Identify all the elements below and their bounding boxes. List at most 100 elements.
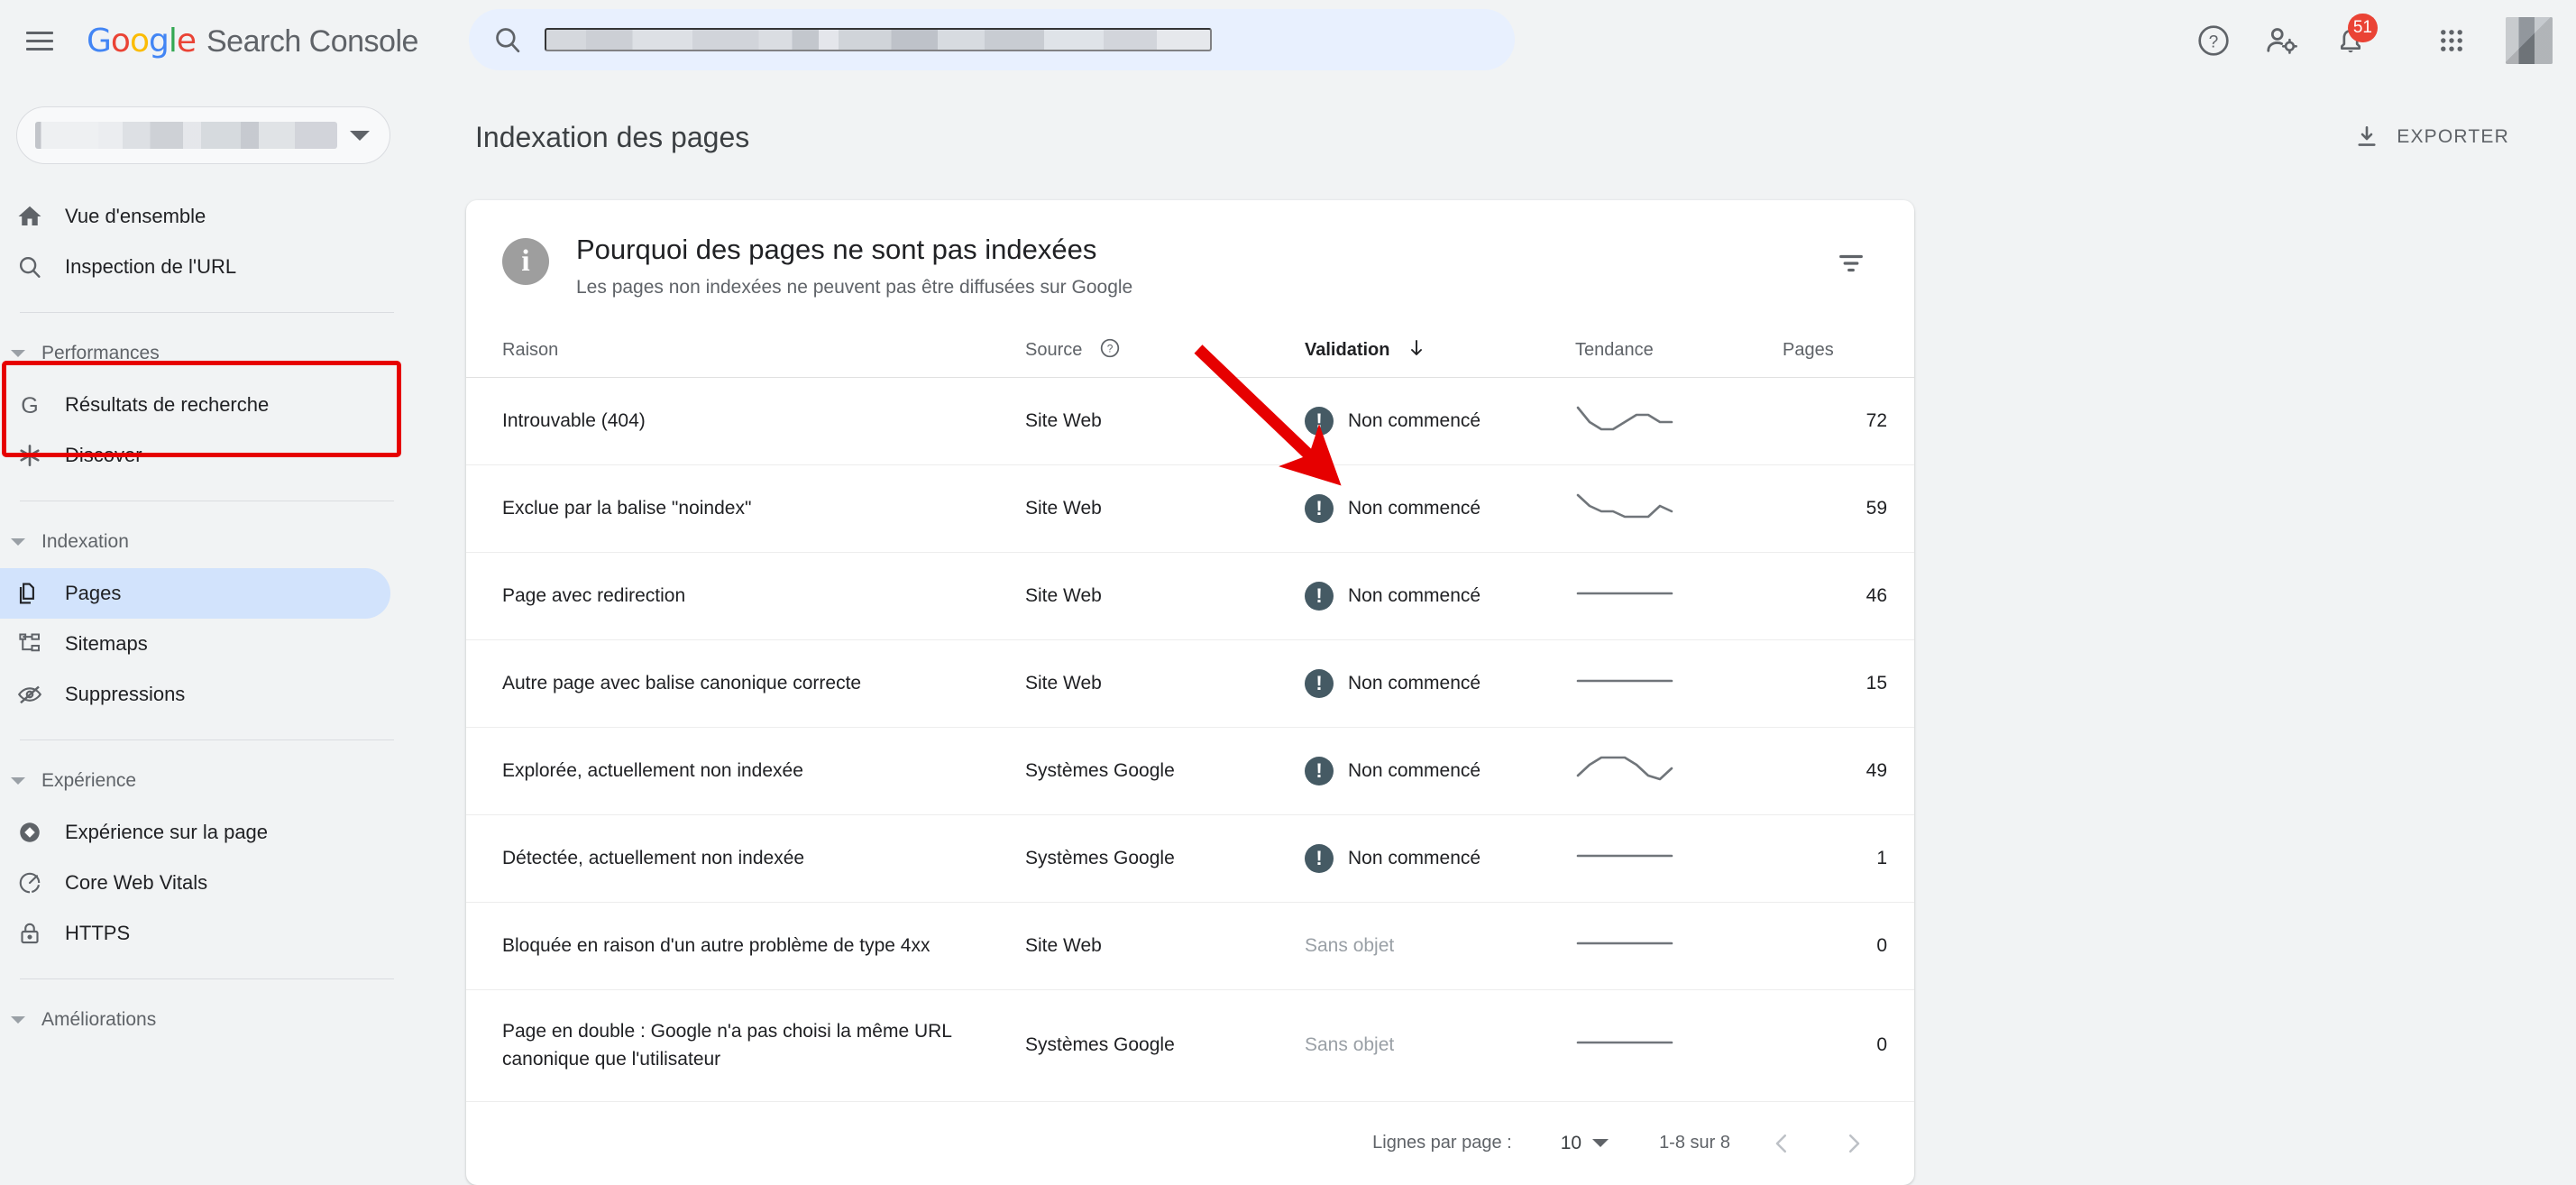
cell-reason: Autre page avec balise canonique correct…	[466, 639, 1025, 728]
user-settings-icon	[2267, 28, 2297, 54]
cell-pages: 0	[1783, 989, 1914, 1102]
cell-reason: Exclue par la balise "noindex"	[466, 464, 1025, 553]
trend-sparkline	[1576, 854, 1673, 858]
validation-status-text: Sans objet	[1305, 1034, 1395, 1056]
hamburger-menu-icon[interactable]	[20, 21, 60, 60]
trend-sparkline	[1576, 756, 1673, 781]
sidebar-group-label: Expérience	[41, 770, 137, 791]
pagination-prev-button[interactable]	[1761, 1123, 1802, 1164]
sidebar-item-label: Expérience sur la page	[65, 821, 269, 843]
column-header-validation[interactable]: Validation	[1305, 335, 1575, 378]
help-button[interactable]: ?	[2179, 6, 2248, 75]
rows-per-page-select[interactable]: 10	[1543, 1133, 1609, 1154]
cell-trend	[1575, 727, 1783, 815]
sidebar-item-search-results[interactable]: G Résultats de recherche	[0, 380, 390, 430]
sidebar-item-label: Inspection de l'URL	[65, 255, 237, 278]
trend-sparkline	[1576, 406, 1673, 431]
table-row[interactable]: Détectée, actuellement non indexée Systèm…	[466, 814, 1914, 903]
sidebar-item-label: Résultats de recherche	[65, 393, 270, 416]
sidebar-group-ameliorations[interactable]: Améliorations	[0, 999, 410, 1041]
cell-reason: Introuvable (404)	[466, 377, 1025, 465]
sidebar-item-overview[interactable]: Vue d'ensemble	[0, 191, 390, 242]
cell-pages: 0	[1783, 902, 1914, 990]
status-alert-icon: !	[1305, 406, 1334, 436]
page-header: Indexation des pages EXPORTER	[410, 81, 2576, 168]
trend-sparkline	[1576, 592, 1673, 595]
status-alert-icon: !	[1305, 756, 1334, 785]
table-row[interactable]: Autre page avec balise canonique correct…	[466, 639, 1914, 728]
column-header-reason[interactable]: Raison	[466, 335, 1025, 378]
user-settings-button[interactable]	[2248, 6, 2316, 75]
notifications-button[interactable]: 51	[2316, 6, 2385, 75]
table-row[interactable]: Page avec redirection Site Web! Non commen…	[466, 552, 1914, 640]
divider	[20, 312, 394, 313]
sidebar: Vue d'ensemble Inspection de l'URL Perfo…	[0, 81, 410, 1100]
pagination-range: 1-8 sur 8	[1659, 1133, 1730, 1153]
search-bar[interactable]	[469, 9, 1515, 70]
column-header-pages[interactable]: Pages	[1783, 335, 1914, 378]
avatar[interactable]	[2506, 17, 2553, 64]
sidebar-group-label: Performances	[41, 343, 160, 363]
sidebar-item-sitemaps[interactable]: Sitemaps	[0, 619, 390, 669]
svg-text:?: ?	[2209, 33, 2219, 52]
speedometer-icon	[16, 869, 58, 896]
search-icon	[16, 253, 58, 280]
cell-source: Systèmes Google	[1025, 814, 1305, 903]
cell-trend	[1575, 989, 1783, 1102]
property-selector[interactable]	[16, 106, 390, 164]
sidebar-item-label: Pages	[65, 582, 122, 604]
svg-text:?: ?	[1107, 342, 1114, 354]
home-icon	[16, 203, 58, 230]
help-circle-icon: ?	[2198, 25, 2229, 56]
sidebar-group-indexation[interactable]: Indexation	[0, 521, 410, 563]
table-header-row: Raison Source ? Validation Tendance Page…	[466, 335, 1914, 378]
sidebar-item-label: Sitemaps	[65, 632, 148, 655]
filter-button[interactable]	[1828, 240, 1875, 287]
sidebar-item-url-inspection[interactable]: Inspection de l'URL	[0, 242, 390, 292]
cell-source: Site Web	[1025, 464, 1305, 553]
top-bar-actions: ? 51	[2179, 0, 2558, 81]
cell-validation: ! Non commencé	[1305, 727, 1575, 815]
sidebar-item-discover[interactable]: Discover	[0, 430, 390, 481]
column-header-source[interactable]: Source ?	[1025, 335, 1305, 378]
sidebar-item-label: HTTPS	[65, 922, 131, 944]
pagination-next-button[interactable]	[1833, 1123, 1875, 1164]
card-header: i Pourquoi des pages ne sont pas indexée…	[466, 200, 1914, 299]
status-alert-icon: !	[1305, 493, 1334, 523]
cell-source: Site Web	[1025, 377, 1305, 465]
column-header-trend[interactable]: Tendance	[1575, 335, 1783, 378]
table-row[interactable]: Explorée, actuellement non indexée Systèm…	[466, 727, 1914, 815]
sidebar-group-performances[interactable]: Performances	[0, 333, 410, 374]
chevron-down-icon	[1592, 1139, 1609, 1148]
cell-validation: ! Non commencé	[1305, 639, 1575, 728]
cell-source: Site Web	[1025, 552, 1305, 640]
trend-sparkline	[1576, 1041, 1673, 1044]
sidebar-item-pages[interactable]: Pages	[0, 568, 390, 619]
table-body: Introuvable (404) Site Web! Non commencé 72…	[466, 377, 1914, 1102]
search-input[interactable]	[545, 28, 1212, 51]
table-row[interactable]: Page en double : Google n'a pas choisi l…	[466, 989, 1914, 1102]
cell-validation: ! Non commencé	[1305, 814, 1575, 903]
cell-pages: 46	[1783, 552, 1914, 640]
sidebar-item-page-experience[interactable]: Expérience sur la page	[0, 807, 390, 858]
cell-validation: ! Non commencé	[1305, 552, 1575, 640]
main-content: Indexation des pages EXPORTER i Pourquoi…	[410, 81, 2576, 1185]
validation-status-text: Non commencé	[1348, 584, 1481, 606]
table-row[interactable]: Exclue par la balise "noindex" Site Web! N…	[466, 464, 1914, 553]
sidebar-item-core-web-vitals[interactable]: Core Web Vitals	[0, 858, 390, 908]
table-row[interactable]: Introuvable (404) Site Web! Non commencé 72	[466, 377, 1914, 465]
validation-status-text: Non commencé	[1348, 497, 1481, 519]
status-alert-icon: !	[1305, 843, 1334, 873]
cell-source: Systèmes Google	[1025, 727, 1305, 815]
sidebar-group-experience[interactable]: Expérience	[0, 760, 410, 802]
nav-indexation-items: Pages Sitemaps Suppressions	[0, 568, 410, 720]
chevron-down-icon	[350, 130, 370, 141]
sidebar-item-https[interactable]: HTTPS	[0, 908, 390, 959]
card-title: Pourquoi des pages ne sont pas indexées	[576, 234, 1097, 265]
apps-button[interactable]	[2417, 6, 2486, 75]
page-experience-icon	[16, 819, 58, 846]
help-circle-icon[interactable]: ?	[1098, 336, 1122, 360]
sidebar-item-removals[interactable]: Suppressions	[0, 669, 390, 720]
table-row[interactable]: Bloquée en raison d'un autre problème de…	[466, 902, 1914, 990]
export-button[interactable]: EXPORTER	[2341, 113, 2522, 161]
